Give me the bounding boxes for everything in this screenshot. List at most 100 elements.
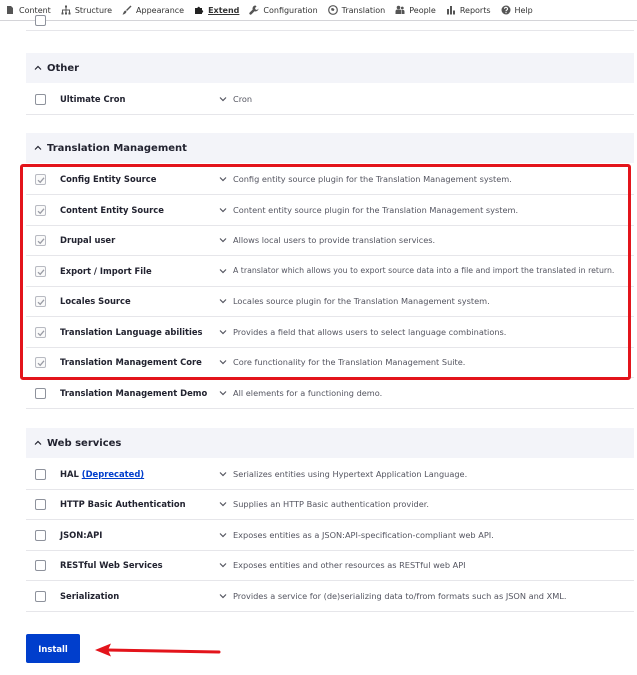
module-checkbox[interactable] (35, 296, 46, 307)
module-checkbox[interactable] (35, 94, 46, 105)
table-row-partial (26, 11, 634, 31)
module-name[interactable]: Config Entity Source (60, 174, 156, 184)
module-checkbox[interactable] (35, 357, 46, 368)
module-row-drupal-user: Drupal user Allows local users to provid… (26, 225, 634, 256)
module-name[interactable]: Translation Management Demo (60, 388, 207, 398)
checkmark-icon (37, 360, 45, 367)
chevron-up-icon (34, 65, 42, 70)
module-description[interactable]: Content entity source plugin for the Tra… (219, 205, 518, 215)
module-checkbox[interactable] (35, 530, 46, 541)
chevron-up-icon (34, 440, 42, 445)
module-row-http-basic-authentication: HTTP Basic Authentication Supplies an HT… (26, 489, 634, 520)
group-header-web-services[interactable]: Web services (26, 428, 634, 458)
module-description[interactable]: Supplies an HTTP Basic authentication pr… (219, 499, 429, 509)
module-name[interactable]: HAL (60, 469, 79, 479)
module-name[interactable]: Drupal user (60, 235, 115, 245)
module-checkbox[interactable] (35, 591, 46, 602)
checkmark-icon (37, 177, 45, 184)
module-description[interactable]: Allows local users to provide translatio… (219, 235, 435, 245)
chevron-down-icon (219, 208, 227, 213)
module-row-content-entity-source: Content Entity Source Content entity sou… (26, 195, 634, 226)
module-description[interactable]: Config entity source plugin for the Tran… (219, 174, 512, 184)
module-description[interactable]: Cron (219, 94, 252, 104)
module-name[interactable]: Translation Management Core (60, 357, 202, 367)
group-header-translation-management[interactable]: Translation Management (26, 133, 634, 163)
module-name[interactable]: Content Entity Source (60, 205, 164, 215)
module-checkbox[interactable] (35, 174, 46, 185)
deprecated-link[interactable]: (Deprecated) (82, 469, 144, 479)
install-button[interactable]: Install (26, 634, 80, 663)
module-row-translation-management-core: Translation Management Core Core functio… (26, 347, 634, 378)
module-description-text: Config entity source plugin for the Tran… (233, 174, 512, 184)
chevron-down-icon (219, 533, 227, 538)
module-description-text: Cron (233, 94, 253, 104)
module-name[interactable]: Translation Language abilities (60, 327, 203, 337)
module-name[interactable]: JSON:API (60, 530, 102, 540)
module-row-jsonapi: JSON:API Exposes entities as a JSON:API-… (26, 520, 634, 551)
page-icon (7, 6, 13, 14)
module-description-text: Provides a field that allows users to se… (233, 327, 507, 337)
group-title: Web services (47, 437, 122, 449)
module-description[interactable]: Core functionality for the Translation M… (219, 357, 465, 367)
checkmark-icon (37, 299, 45, 306)
chevron-down-icon (219, 97, 227, 102)
module-name-container: HAL (Deprecated) (60, 469, 144, 479)
module-description-text: Exposes entities as a JSON:API-specifica… (233, 530, 494, 540)
checkmark-icon (37, 208, 45, 215)
module-checkbox[interactable] (35, 499, 46, 510)
module-checkbox[interactable] (35, 15, 46, 26)
module-row-ultimate-cron: Ultimate Cron Cron (26, 84, 634, 115)
module-checkbox[interactable] (35, 327, 46, 338)
chevron-down-icon (219, 563, 227, 568)
module-row-translation-language-abilities: Translation Language abilities Provides … (26, 317, 634, 348)
checkmark-icon (37, 238, 45, 245)
module-description-text: Serializes entities using Hypertext Appl… (233, 469, 468, 479)
checkmark-icon (37, 269, 45, 276)
chevron-down-icon (219, 391, 227, 396)
module-description[interactable]: Exposes entities and other resources as … (219, 560, 466, 570)
module-description[interactable]: Locales source plugin for the Translatio… (219, 296, 490, 306)
module-description[interactable]: All elements for a functioning demo. (219, 388, 382, 398)
module-checkbox[interactable] (35, 388, 46, 399)
module-checkbox[interactable] (35, 235, 46, 246)
module-description[interactable]: Serializes entities using Hypertext Appl… (219, 469, 467, 479)
chevron-down-icon (219, 472, 227, 477)
group-title: Other (47, 62, 80, 74)
chevron-down-icon (219, 299, 227, 304)
annotation-arrow-icon (95, 643, 221, 657)
module-row-restful-web-services: RESTful Web Services Exposes entities an… (26, 550, 634, 581)
module-row-hal: HAL (Deprecated) Serializes entities usi… (26, 459, 634, 490)
module-row-config-entity-source: Config Entity Source Config entity sourc… (26, 164, 634, 195)
module-checkbox[interactable] (35, 266, 46, 277)
chevron-down-icon (219, 594, 227, 599)
module-description-text: Content entity source plugin for the Tra… (233, 205, 519, 215)
chevron-down-icon (219, 238, 227, 243)
chevron-down-icon (219, 502, 227, 507)
module-name[interactable]: Ultimate Cron (60, 94, 126, 104)
module-name[interactable]: Export / Import File (60, 266, 152, 276)
group-header-other[interactable]: Other (26, 53, 634, 83)
module-name[interactable]: HTTP Basic Authentication (60, 499, 186, 509)
module-checkbox[interactable] (35, 469, 46, 480)
module-row-serialization: Serialization Provides a service for (de… (26, 581, 634, 612)
module-description-text: All elements for a functioning demo. (233, 388, 383, 398)
module-description-text: Provides a service for (de)serializing d… (233, 591, 567, 601)
module-description[interactable]: Provides a service for (de)serializing d… (219, 591, 566, 601)
module-name[interactable]: RESTful Web Services (60, 560, 163, 570)
checkmark-icon (37, 330, 45, 337)
module-name[interactable]: Locales Source (60, 296, 131, 306)
module-description[interactable]: Provides a field that allows users to se… (219, 327, 506, 337)
module-description[interactable]: Exposes entities as a JSON:API-specifica… (219, 530, 494, 540)
module-name[interactable]: Serialization (60, 591, 119, 601)
module-description-text: A translator which allows you to export … (233, 266, 615, 275)
module-description[interactable]: A translator which allows you to export … (219, 266, 614, 275)
module-description-text: Locales source plugin for the Translatio… (233, 296, 490, 306)
module-row-translation-management-demo: Translation Management Demo All elements… (26, 378, 634, 409)
module-description-text: Allows local users to provide translatio… (233, 235, 436, 245)
module-checkbox[interactable] (35, 560, 46, 571)
chevron-down-icon (219, 268, 227, 273)
chevron-down-icon (219, 177, 227, 182)
module-checkbox[interactable] (35, 205, 46, 216)
module-row-locales-source: Locales Source Locales source plugin for… (26, 286, 634, 317)
chevron-down-icon (219, 330, 227, 335)
